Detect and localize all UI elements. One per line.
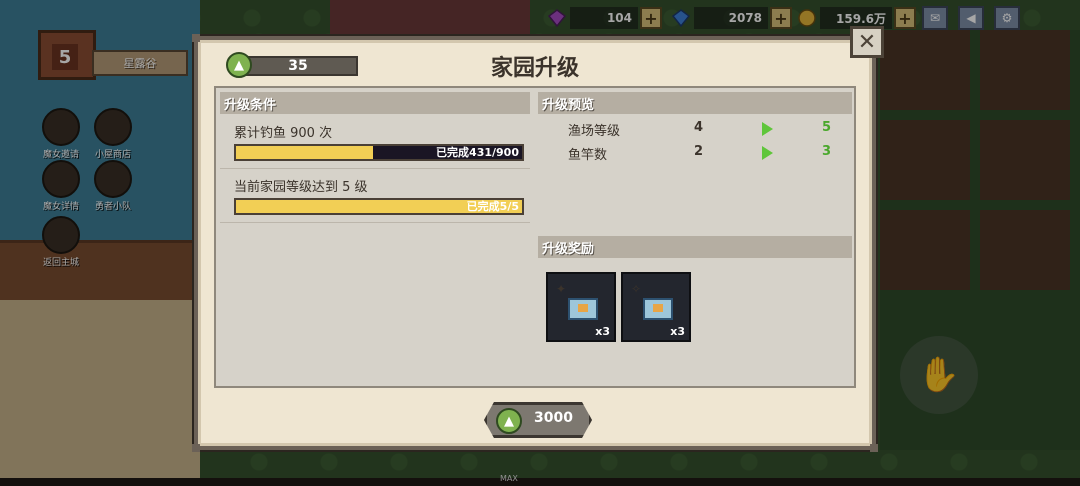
preview-fishery-level-label: 渔场等级 (568, 124, 621, 139)
preview-rod-count-current: 2 (694, 144, 704, 159)
chest-icon (643, 298, 673, 320)
preview-rod-count-label: 鱼竿数 (568, 148, 608, 163)
divider (220, 222, 530, 223)
condition-home-level-text: 当前家园等级达到 5 级 (234, 180, 368, 195)
level-up-arrow-icon: ▲ (496, 408, 522, 434)
condition-fishing-text: 累计钓鱼 900 次 (234, 126, 333, 141)
dialog-title: 家园升级 (490, 56, 579, 81)
bait-chest-icon: ✧ (631, 282, 642, 296)
home-upgrade-dialog: ▲ 35 家园升级 ⌂ 家园 J 渔场 ↙ 农场 升级条件 累计钓鱼 900 次… (192, 34, 878, 452)
close-button[interactable]: ✕ (850, 26, 884, 58)
condition-home-level-status: 已完成5/5 (466, 200, 519, 213)
reward-quantity: x3 (670, 325, 685, 338)
conditions-heading: 升级条件 (220, 92, 530, 114)
preview-heading: 升级预览 (538, 92, 852, 114)
condition-fishing-progress: 已完成431/900 (234, 144, 524, 161)
upgrade-cost: 3000 (534, 410, 573, 426)
reward-item[interactable]: ✧ x3 (621, 272, 691, 342)
reward-quantity: x3 (595, 325, 610, 338)
reward-item[interactable]: ✦ x3 (546, 272, 616, 342)
frame-corner (192, 34, 200, 42)
level-up-arrow-icon: ▲ (226, 52, 252, 78)
preview-fishery-level-next: 5 (822, 120, 832, 135)
frame-corner (870, 444, 878, 452)
condition-home-level-progress: 已完成5/5 (234, 198, 524, 215)
chest-icon (568, 298, 598, 320)
arrow-right-icon (762, 146, 773, 160)
bait-chest-icon: ✦ (556, 282, 567, 296)
upgrade-button[interactable]: ▲ 3000 (476, 400, 600, 440)
divider (220, 168, 530, 169)
upgrade-content-panel: 升级条件 累计钓鱼 900 次 已完成431/900 当前家园等级达到 5 级 … (214, 86, 856, 388)
arrow-right-icon (762, 122, 773, 136)
rewards-heading: 升级奖励 (538, 236, 852, 258)
condition-fishing-status: 已完成431/900 (436, 146, 519, 159)
progress-fill (236, 146, 373, 159)
preview-fishery-level-current: 4 (694, 120, 704, 135)
preview-rod-count-next: 3 (822, 144, 832, 159)
frame-corner (192, 444, 200, 452)
